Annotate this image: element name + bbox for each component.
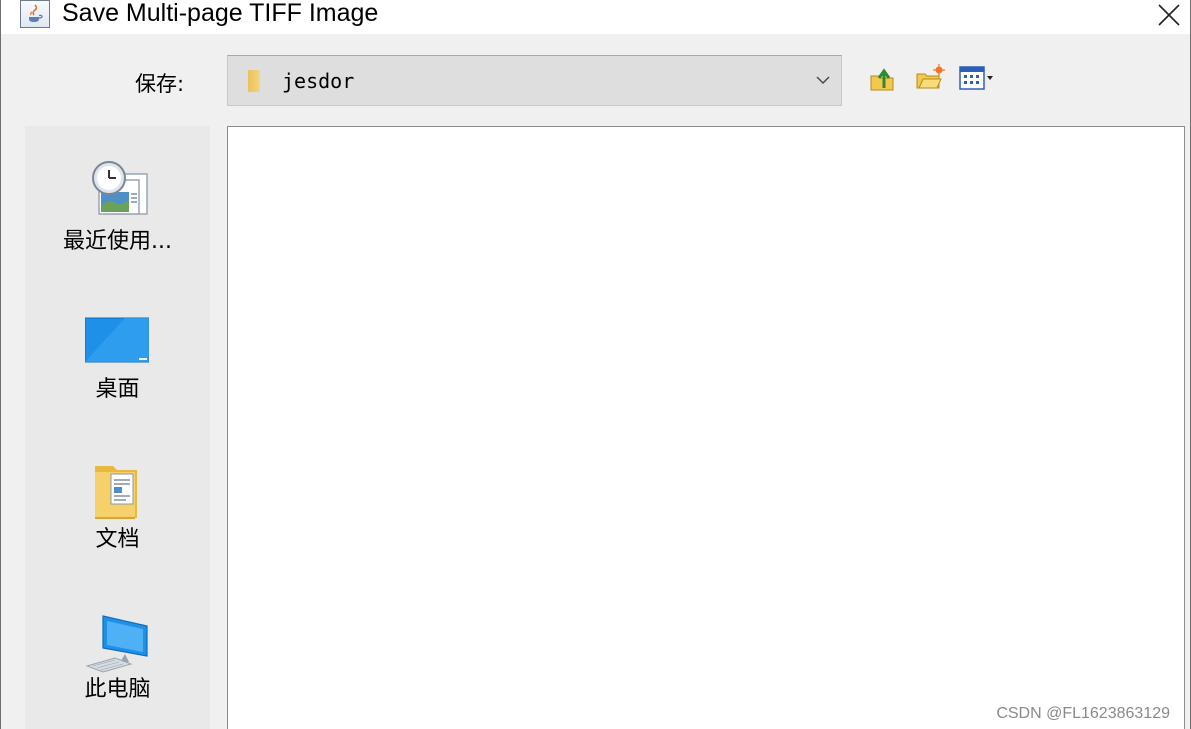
folder-icon: [248, 70, 260, 92]
new-folder-icon: [916, 64, 945, 89]
up-one-level-icon: [870, 68, 894, 91]
title-bar[interactable]: Save Multi-page TIFF Image: [1, 0, 1190, 34]
place-label-this-pc: 此电脑: [84, 677, 151, 702]
this-pc-icon: [85, 615, 148, 673]
places-sidebar: 最近使用... 桌面 文档 此电脑: [25, 126, 210, 729]
recent-items-icon: [92, 161, 148, 215]
place-label-recent: 最近使用...: [63, 229, 172, 254]
save-dialog: Save Multi-page TIFF Image 保存: jesdor 最近…: [0, 0, 1191, 729]
chevron-down-icon: [816, 76, 830, 84]
desktop-icon: [85, 317, 149, 363]
view-menu-button[interactable]: [955, 60, 993, 96]
close-button[interactable]: [1144, 0, 1190, 34]
watermark-text: CSDN @FL1623863129: [996, 705, 1170, 722]
java-app-icon: [20, 0, 50, 28]
place-label-documents: 文档: [95, 527, 140, 552]
place-documents[interactable]: 文档: [25, 456, 210, 586]
place-desktop[interactable]: 桌面: [25, 306, 210, 436]
view-menu-icon: [959, 66, 993, 90]
new-folder-button[interactable]: [911, 60, 947, 96]
up-one-level-button[interactable]: [865, 60, 901, 96]
documents-icon: [95, 466, 137, 519]
place-this-pc[interactable]: 此电脑: [25, 606, 210, 729]
current-folder-value: jesdor: [282, 69, 355, 93]
window-title: Save Multi-page TIFF Image: [62, 0, 379, 27]
close-icon: [1158, 4, 1180, 26]
file-list-pane[interactable]: CSDN @FL1623863129: [227, 126, 1185, 729]
save-in-label: 保存:: [135, 72, 185, 96]
save-in-combobox[interactable]: jesdor: [227, 55, 842, 106]
place-recent-items[interactable]: 最近使用...: [25, 156, 210, 286]
place-label-desktop: 桌面: [95, 377, 140, 402]
